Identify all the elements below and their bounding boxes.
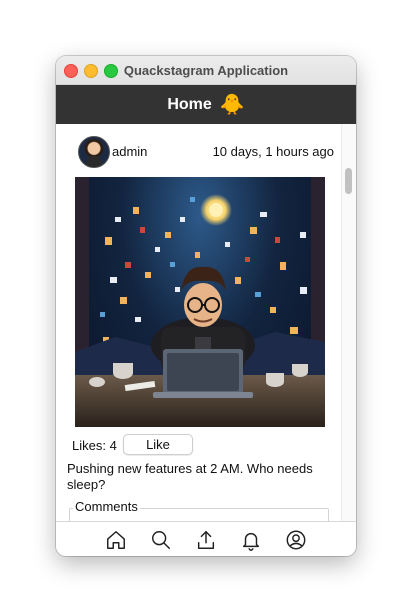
duck-icon: 🐥: [219, 93, 245, 116]
feed[interactable]: admin 10 days, 1 hours ago Likes: 4 Like…: [56, 124, 356, 521]
post-caption: Pushing new features at 2 AM. Who needs …: [67, 461, 313, 492]
comments-label: Comments: [73, 499, 140, 514]
post-header: admin 10 days, 1 hours ago: [78, 136, 334, 168]
comments-section: Comments: [69, 499, 329, 521]
page-title: Home: [167, 95, 212, 113]
post-illustration: [75, 177, 325, 427]
scrollbar-thumb[interactable]: [345, 168, 352, 194]
window-title: Quackstagram Application: [123, 63, 289, 78]
likes-row: Likes: 4 Like: [72, 434, 332, 456]
post-image[interactable]: [75, 177, 325, 427]
scrollbar[interactable]: [341, 124, 356, 521]
avatar[interactable]: [78, 136, 110, 168]
like-button[interactable]: Like: [123, 434, 193, 455]
profile-icon[interactable]: [284, 528, 308, 552]
notifications-icon[interactable]: [239, 528, 263, 552]
app-header: Home 🐥: [56, 85, 356, 124]
post-timestamp: 10 days, 1 hours ago: [212, 144, 334, 159]
upload-icon[interactable]: [194, 528, 218, 552]
title-bar: Quackstagram Application: [56, 56, 356, 85]
search-icon[interactable]: [149, 528, 173, 552]
likes-count: Likes: 4: [72, 438, 117, 453]
app-window: Quackstagram Application Home 🐥 admin 10…: [56, 56, 356, 556]
home-icon[interactable]: [104, 528, 128, 552]
post-username[interactable]: admin: [112, 144, 147, 159]
bottom-nav: [56, 521, 356, 556]
